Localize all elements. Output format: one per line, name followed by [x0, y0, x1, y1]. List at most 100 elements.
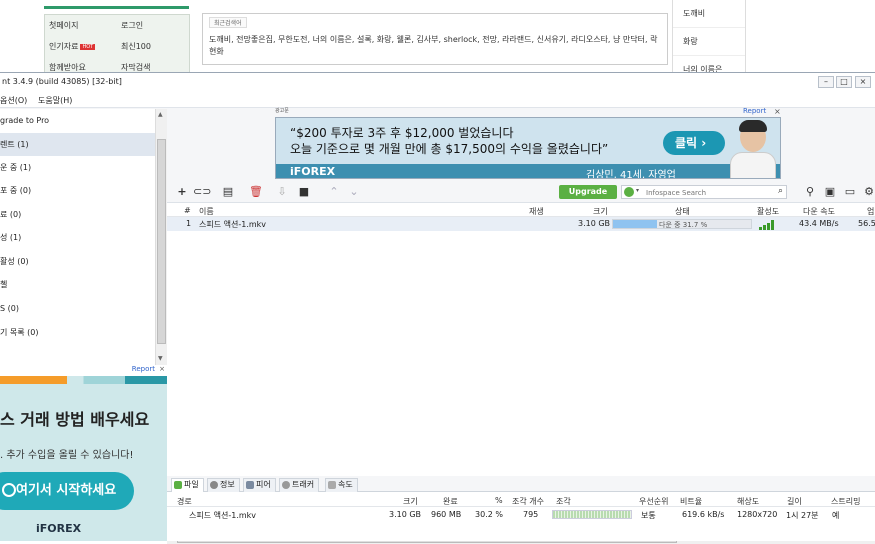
- sidebar-item-completed[interactable]: 료 (0): [0, 203, 155, 226]
- col-status[interactable]: 상태: [675, 206, 690, 217]
- chevron-down-icon[interactable]: ▾: [636, 187, 639, 194]
- left-advertisement[interactable]: 스 거래 방법 배우세요 . 추가 수입을 올릴 수 있습니다! 여기서 시작하…: [0, 376, 167, 541]
- top-ad-report-link[interactable]: Report: [743, 107, 766, 115]
- col-number[interactable]: #: [184, 206, 191, 215]
- move-up-icon[interactable]: ⌃: [327, 184, 341, 200]
- col-play[interactable]: 재생: [529, 206, 544, 217]
- search-input[interactable]: [646, 187, 766, 198]
- right-link-1[interactable]: 도깨비: [673, 0, 745, 28]
- scroll-up-icon[interactable]: ▲: [158, 111, 163, 118]
- fcol-piece-count[interactable]: 조각 개수: [512, 496, 544, 507]
- top-ad-close-icon[interactable]: ×: [774, 107, 781, 116]
- ad-line-1: “$200 투자로 3주 후 $12,000 벌었습니다: [290, 126, 514, 140]
- sidebar-item-inactive[interactable]: 활성 (0): [0, 250, 155, 273]
- col-name[interactable]: 이름: [199, 206, 214, 217]
- site-nav-box: 첫페이지 로그인 인기자료 HOT 최신100 함께받아요 자막검색: [44, 14, 190, 74]
- fcol-percent[interactable]: %: [495, 496, 503, 505]
- fcol-streaming[interactable]: 스트리밍: [831, 496, 860, 507]
- close-icon[interactable]: ×: [855, 76, 871, 88]
- nav-link-login[interactable]: 로그인: [121, 20, 143, 31]
- files-icon: [174, 481, 182, 489]
- left-ad-cta-label: 여기서 시작하세요: [16, 483, 117, 498]
- col-size[interactable]: 크기: [593, 206, 608, 217]
- site-right-column: 도깨비 화랑 너의 이름은: [672, 0, 746, 84]
- hot-badge: HOT: [80, 43, 96, 50]
- tab-files-label: 파일: [184, 480, 199, 489]
- tab-speed[interactable]: 속도: [325, 478, 358, 492]
- recent-search-tags[interactable]: 도깨비, 전망좋은집, 무한도전, 너의 이름은, 설록, 화랑, 웰론, 김사…: [209, 34, 664, 58]
- fcol-path[interactable]: 경로: [177, 496, 192, 507]
- gear-icon[interactable]: ⚙: [863, 184, 875, 200]
- move-down-icon[interactable]: ⌄: [347, 184, 361, 200]
- search-icon[interactable]: ⌕: [778, 186, 783, 196]
- main-panel: 광고문 Report × “$200 투자로 3주 후 $12,000 벌었습니…: [167, 107, 875, 544]
- tab-trackers[interactable]: 트래커: [279, 478, 320, 492]
- tab-files[interactable]: 파일: [171, 478, 204, 492]
- sidebar-scrollbar[interactable]: ▲ ▼: [155, 109, 167, 365]
- background-webpage: 첫페이지 로그인 인기자료 HOT 최신100 함께받아요 자막검색 최근검색어 …: [0, 0, 875, 84]
- monitor-icon[interactable]: ▭: [843, 184, 857, 200]
- nav-link-home[interactable]: 첫페이지: [49, 20, 78, 31]
- fcol-resolution[interactable]: 해상도: [737, 496, 759, 507]
- sidebar-report-link[interactable]: Report: [132, 365, 155, 373]
- top-ad-banner[interactable]: “$200 투자로 3주 후 $12,000 벌었습니다 오늘 기준으로 몇 개…: [275, 117, 781, 179]
- minimize-icon[interactable]: –: [818, 76, 834, 88]
- recent-search-label: 최근검색어: [209, 17, 247, 28]
- search-provider-icon[interactable]: [624, 187, 634, 197]
- fcol-done[interactable]: 완료: [443, 496, 458, 507]
- ad-click-button[interactable]: 클릭 ›: [663, 131, 725, 155]
- fcol-length[interactable]: 길이: [787, 496, 802, 507]
- maximize-icon[interactable]: □: [836, 76, 852, 88]
- pieces-bar: [552, 510, 632, 519]
- col-activity[interactable]: 활성도: [757, 206, 779, 217]
- sidebar-item-seeding[interactable]: 포 중 (0): [0, 179, 155, 202]
- sidebar-scroll-thumb[interactable]: [157, 139, 166, 344]
- fcol-priority[interactable]: 우선순위: [639, 496, 668, 507]
- chat-icon[interactable]: ▣: [823, 184, 837, 200]
- tab-peers[interactable]: 피어: [243, 478, 276, 492]
- fcol-size[interactable]: 크기: [403, 496, 418, 507]
- right-link-2[interactable]: 화랑: [673, 28, 745, 56]
- create-torrent-icon[interactable]: ▤: [221, 184, 235, 200]
- sidebar-item-active[interactable]: 성 (1): [0, 226, 155, 249]
- title-bar[interactable]: nt 3.4.9 (build 43085) [32-bit] – □ ×: [0, 73, 875, 92]
- activity-bars-icon: [759, 220, 779, 230]
- nav-link-popular[interactable]: 인기자료 HOT: [49, 41, 96, 52]
- location-icon[interactable]: ⚲: [803, 184, 817, 200]
- col-up-speed[interactable]: 업: [867, 206, 874, 217]
- menu-help[interactable]: 도움말(H): [38, 95, 72, 106]
- add-torrent-icon[interactable]: +: [175, 184, 189, 200]
- sidebar-ad-close-icon[interactable]: ×: [159, 365, 165, 373]
- fcol-pieces[interactable]: 조각: [556, 496, 571, 507]
- add-url-icon[interactable]: ⊂⊃: [193, 184, 211, 200]
- sidebar-item-labels[interactable]: 첼: [0, 273, 155, 296]
- info-icon: [210, 481, 218, 489]
- table-row[interactable]: 스피드 액션-1.mkv 3.10 GB 960 MB 30.2 % 795 보…: [167, 509, 875, 521]
- stop-icon[interactable]: ■: [297, 184, 311, 200]
- sidebar-item-downloading[interactable]: 운 중 (1): [0, 156, 155, 179]
- nav-link-latest[interactable]: 최신100: [121, 41, 151, 52]
- upgrade-button[interactable]: Upgrade: [559, 185, 617, 199]
- search-box[interactable]: ▾ ⌕: [621, 185, 787, 199]
- row-down-speed: 43.4 MB/s: [799, 219, 839, 228]
- menu-options[interactable]: 옵션(O): [0, 95, 27, 106]
- file-piece-count: 795: [523, 510, 539, 519]
- col-down-speed[interactable]: 다운 속도: [803, 206, 835, 217]
- ad-person-photo: [728, 120, 778, 178]
- sidebar-item-feeds[interactable]: 기 목록 (0): [0, 321, 155, 344]
- fcol-bitrate[interactable]: 비트율: [680, 496, 702, 507]
- file-list-header: 경로 크기 완료 % 조각 개수 조각 우선순위 비트율 해상도 길이 스트리밍: [167, 495, 875, 507]
- table-row[interactable]: 1 스피드 액션-1.mkv 3.10 GB 다운 중 31.7 % 43.4 …: [167, 217, 875, 231]
- remove-icon[interactable]: 🗑: [249, 184, 263, 200]
- scroll-down-icon[interactable]: ▼: [158, 355, 163, 362]
- file-streaming: 예: [832, 511, 840, 520]
- sidebar-item-torrents[interactable]: 렌트 (1): [0, 133, 155, 156]
- download-progress-bar: 다운 중 31.7 %: [612, 219, 752, 229]
- download-icon[interactable]: ⇩: [275, 184, 289, 200]
- ad-label: 광고문: [275, 108, 289, 114]
- tab-info[interactable]: 정보: [207, 478, 240, 492]
- left-ad-cta-button[interactable]: 여기서 시작하세요: [0, 472, 134, 510]
- sidebar-item-rss[interactable]: S (0): [0, 297, 155, 320]
- file-length: 1시 27분: [786, 511, 819, 520]
- sidebar-item-upgrade[interactable]: grade to Pro: [0, 109, 155, 132]
